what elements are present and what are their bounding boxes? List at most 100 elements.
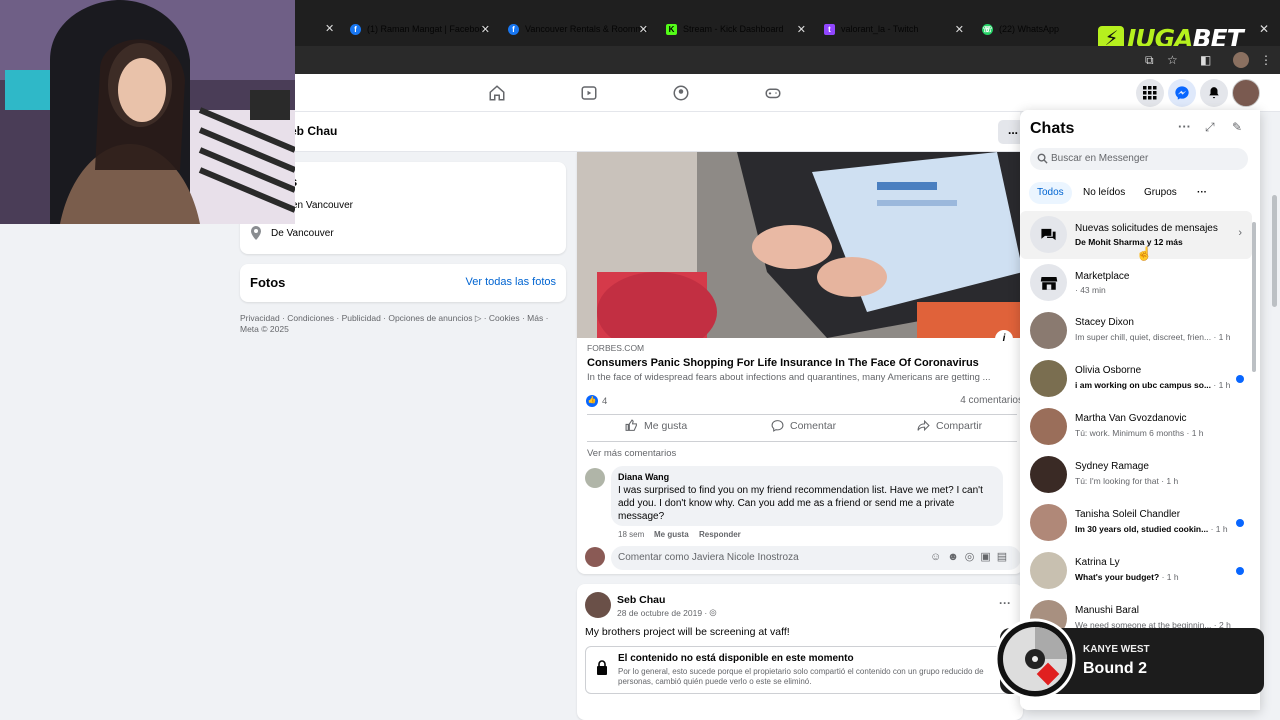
comment-author[interactable]: Diana Wang xyxy=(618,472,669,482)
post-text: My brothers project will be screening at… xyxy=(585,626,790,638)
install-app-icon[interactable]: ⧉ xyxy=(1145,53,1159,67)
bell-icon xyxy=(1209,87,1219,99)
chat-avatar xyxy=(1030,456,1067,493)
article-source: FORBES.COM xyxy=(587,343,645,353)
tab-close-icon[interactable]: ✕ xyxy=(797,23,806,36)
page-scrollbar[interactable] xyxy=(1272,195,1277,307)
tab-close-icon[interactable]: ✕ xyxy=(639,23,648,36)
post-author-avatar[interactable] xyxy=(585,592,611,618)
browser-tab[interactable]: K Stream - Kick Dashboard ✕ xyxy=(656,15,806,43)
like-reaction-icon: 👍 xyxy=(586,395,598,407)
post-author[interactable]: Seb Chau xyxy=(617,594,665,606)
comment-reply-link[interactable]: Responder xyxy=(699,530,741,539)
now-playing-artist: KANYE WEST xyxy=(1083,644,1150,655)
comment-input[interactable]: Comentar como Javiera Nicole Inostroza ☺… xyxy=(611,546,1021,570)
tab-close-icon[interactable]: ✕ xyxy=(955,23,964,36)
chat-bubbles-icon xyxy=(1041,228,1056,241)
messenger-search-input[interactable]: Buscar en Messenger xyxy=(1030,148,1248,170)
comment-button[interactable]: Comentar xyxy=(771,419,836,432)
post-date[interactable]: 28 de octubre de 2019 · ◎ xyxy=(617,607,717,618)
video-icon[interactable] xyxy=(580,84,598,102)
from-text: De Vancouver xyxy=(271,228,334,239)
thumbs-up-icon xyxy=(625,419,637,431)
tab-close-icon[interactable]: ✕ xyxy=(481,23,490,36)
home-icon[interactable] xyxy=(488,84,506,102)
chat-row[interactable]: Tanisha Soleil Chandler Im 30 years old,… xyxy=(1020,499,1252,547)
filter-all-tab[interactable]: Todos xyxy=(1029,182,1072,204)
browser-tab[interactable]: f Vancouver Rentals & Roommat ✕ xyxy=(498,15,648,43)
chat-row[interactable]: Katrina Ly What's your budget? · 1 h xyxy=(1020,547,1252,595)
filter-more-tab[interactable]: ··· xyxy=(1197,182,1207,204)
profile-avatar[interactable] xyxy=(1233,52,1249,68)
info-icon[interactable]: i xyxy=(995,330,1013,348)
menu-grid-button[interactable] xyxy=(1136,79,1164,107)
now-playing-track: Bound 2 xyxy=(1083,660,1147,677)
share-button[interactable]: Compartir xyxy=(917,419,982,432)
chat-row[interactable]: Martha Van Gvozdanovic Tú: work. Minimum… xyxy=(1020,403,1252,451)
unread-dot xyxy=(1236,375,1244,383)
filter-unread-tab[interactable]: No leídos xyxy=(1083,182,1125,204)
chats-options-icon[interactable]: ··· xyxy=(1178,119,1191,134)
new-message-icon[interactable]: ✎ xyxy=(1232,120,1242,134)
facebook-icon: f xyxy=(350,23,361,35)
marketplace-icon xyxy=(1040,276,1057,290)
filter-groups-tab[interactable]: Grupos xyxy=(1144,182,1177,204)
extensions-icon[interactable]: ◧ xyxy=(1200,53,1214,67)
kick-icon: K xyxy=(666,23,677,35)
notifications-button[interactable] xyxy=(1200,79,1228,107)
post-options-icon[interactable]: ··· xyxy=(999,596,1011,610)
browser-tab[interactable]: f (1) Raman Mangat | Facebook ✕ xyxy=(340,15,490,43)
chevron-right-icon: › xyxy=(1238,227,1242,239)
unavailable-text: Por lo general, esto sucede porque el pr… xyxy=(618,667,984,686)
browser-tab[interactable]: ☏ (22) WhatsApp xyxy=(972,15,1097,43)
grid-icon xyxy=(1143,86,1157,100)
comment-icon xyxy=(771,420,784,432)
footer-links[interactable]: Privacidad · Condiciones · Publicidad · … xyxy=(240,313,570,324)
star-icon[interactable]: ☆ xyxy=(1167,53,1181,67)
see-all-photos-link[interactable]: Ver todas las fotos xyxy=(466,276,557,288)
chat-row[interactable]: Marketplace · 43 min xyxy=(1020,259,1252,307)
gaming-icon[interactable] xyxy=(764,84,782,102)
article-headline[interactable]: Consumers Panic Shopping For Life Insura… xyxy=(587,357,1017,369)
chat-avatar xyxy=(1030,408,1067,445)
groups-icon[interactable] xyxy=(672,84,690,102)
unavailable-content-box: El contenido no está disponible en este … xyxy=(585,646,1015,694)
chat-avatar xyxy=(1030,312,1067,349)
chat-avatar xyxy=(1030,552,1067,589)
divider xyxy=(587,441,1017,442)
comment-tools-icons[interactable]: ☺☻◎▣▤ xyxy=(930,550,1013,563)
chats-scrollbar[interactable] xyxy=(1252,222,1256,372)
tab-close-icon[interactable]: ✕ xyxy=(325,22,334,35)
webcam-feed xyxy=(0,0,295,224)
chat-row[interactable]: Sydney Ramage Tú: I'm looking for that ·… xyxy=(1020,451,1252,499)
profile-name: eb Chau xyxy=(290,124,338,138)
whatsapp-icon: ☏ xyxy=(982,23,993,35)
twitch-icon: t xyxy=(824,23,835,35)
chat-row[interactable]: Stacey Dixon Im super chill, quiet, disc… xyxy=(1020,307,1252,355)
lives-in-text: en Vancouver xyxy=(292,200,353,211)
shared-link-post: i FORBES.COM Consumers Panic Shopping Fo… xyxy=(577,152,1023,574)
comment-time: 18 sem xyxy=(618,530,645,539)
comments-count[interactable]: 4 comentarios xyxy=(960,395,1023,406)
likes-count[interactable]: 4 xyxy=(602,396,607,407)
search-icon xyxy=(1037,153,1048,164)
chat-row[interactable]: Olivia Osborne i am working on ubc campu… xyxy=(1020,355,1252,403)
current-user-avatar[interactable] xyxy=(585,547,605,567)
divider xyxy=(587,414,1017,415)
chat-avatar xyxy=(1030,504,1067,541)
expand-icon[interactable]: ⤢ xyxy=(1205,120,1215,135)
account-avatar[interactable] xyxy=(1232,79,1260,107)
chats-title: Chats xyxy=(1030,120,1075,137)
messenger-button[interactable] xyxy=(1168,79,1196,107)
like-button[interactable]: Me gusta xyxy=(625,419,687,432)
window-close-icon[interactable]: ✕ xyxy=(1259,22,1269,36)
more-comments-link[interactable]: Ver más comentarios xyxy=(587,448,676,459)
article-image[interactable] xyxy=(577,152,1023,338)
commenter-avatar[interactable] xyxy=(585,468,605,488)
comment-like-link[interactable]: Me gusta xyxy=(654,530,689,539)
mouse-cursor: ☝ xyxy=(1136,246,1153,261)
browser-tab[interactable]: t valorant_la - Twitch ✕ xyxy=(814,15,964,43)
menu-dots-icon[interactable]: ⋮ xyxy=(1260,53,1274,67)
from-city-link[interactable]: Vancouver xyxy=(287,228,334,239)
comment-bubble: Diana Wang I was surprised to find you o… xyxy=(611,466,1003,526)
